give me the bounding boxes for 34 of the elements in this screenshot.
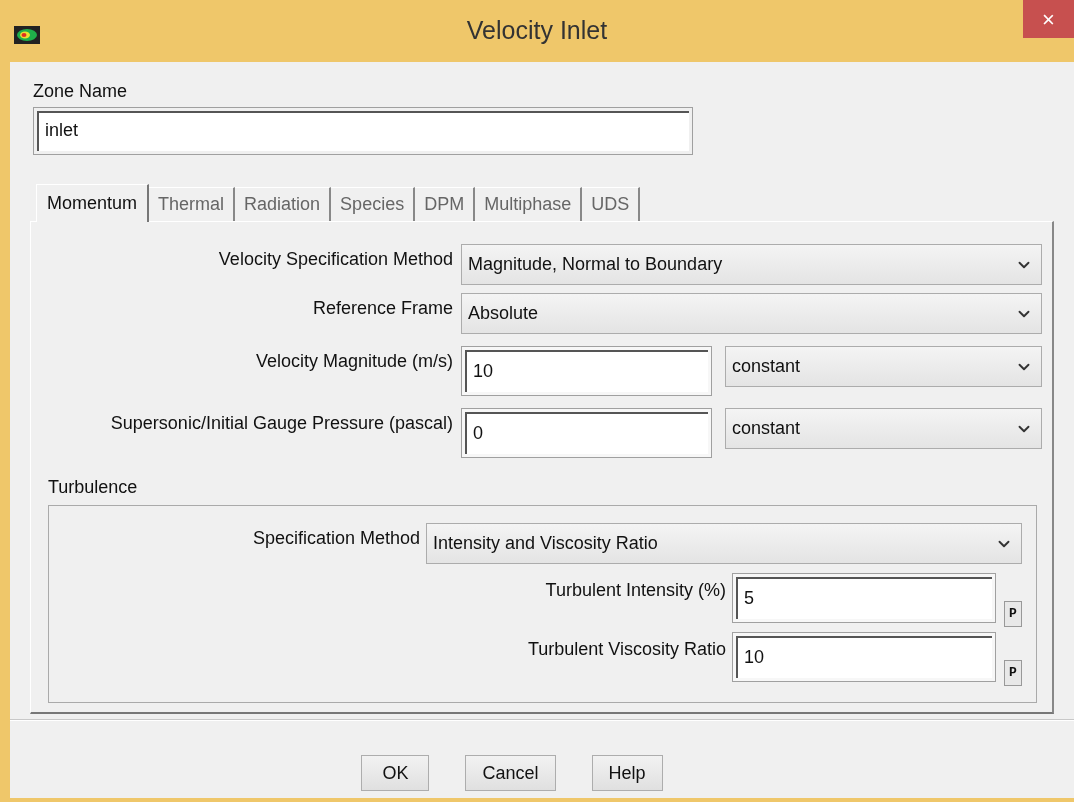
tab[interactable]: Momentum (36, 184, 150, 222)
input-field[interactable]: 10 (732, 632, 996, 682)
tab[interactable]: Radiation (235, 187, 332, 221)
field-label: Supersonic/Initial Gauge Pressure (pascal) (109, 412, 453, 435)
parameter-button[interactable]: P (1004, 660, 1022, 686)
tab[interactable]: Multiphase (475, 187, 583, 221)
parameter-button[interactable]: P (1004, 601, 1022, 627)
dropdown[interactable]: Intensity and Viscosity Ratio (426, 523, 1022, 564)
app-icon (14, 26, 40, 44)
dialog-button[interactable]: Help (591, 755, 663, 791)
field-label: Specification Method (251, 527, 420, 550)
field-label: Velocity Magnitude (m/s) (254, 350, 453, 373)
dropdown[interactable]: Magnitude, Normal to Boundary (461, 244, 1042, 285)
tab[interactable]: DPM (415, 187, 476, 221)
tab[interactable]: UDS (582, 187, 641, 221)
field-label: Turbulent Intensity (%) (544, 579, 726, 602)
dialog-button[interactable]: OK (361, 755, 430, 791)
field-label: Zone Name (33, 80, 129, 103)
field-label: Velocity Specification Method (217, 248, 453, 271)
group-title: Turbulence (48, 476, 139, 499)
dropdown[interactable]: constant (725, 346, 1042, 387)
input-field[interactable]: 0 (461, 408, 712, 458)
tab[interactable]: Thermal (149, 187, 236, 221)
dialog-button[interactable]: Cancel (465, 755, 556, 791)
window-title: Velocity Inlet (466, 15, 608, 47)
input-field[interactable]: 10 (461, 346, 712, 396)
input-field[interactable]: 5 (732, 573, 996, 623)
field-label: Reference Frame (311, 297, 453, 320)
dropdown[interactable]: constant (725, 408, 1042, 449)
zone-name-field[interactable]: inlet (33, 107, 693, 155)
tab[interactable]: Species (331, 187, 416, 221)
dropdown[interactable]: Absolute (461, 293, 1042, 334)
close-button[interactable]: × (1023, 0, 1074, 38)
field-label: Turbulent Viscosity Ratio (526, 638, 726, 661)
